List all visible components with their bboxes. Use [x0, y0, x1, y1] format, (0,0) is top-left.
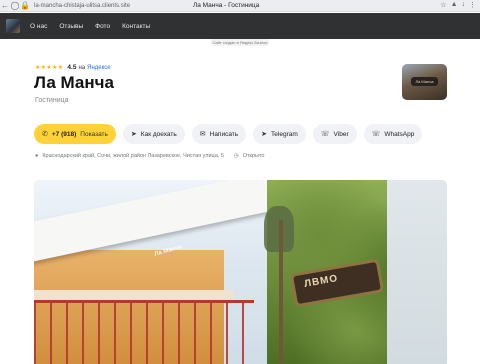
show-phone-label: Показать — [80, 130, 108, 138]
photo-railing — [34, 300, 254, 364]
route-icon: ➤ — [130, 131, 137, 138]
hero-photo[interactable]: Ла Манча ЛВМО — [34, 180, 447, 364]
whatsapp-icon: ☏ — [371, 131, 381, 138]
shield-icon[interactable]: ▲ — [451, 1, 458, 9]
site-logo[interactable] — [6, 19, 20, 33]
rating-on-label: на — [78, 64, 86, 71]
thumbnail-sign: Ла Манча — [411, 77, 438, 86]
info-row: ● Краснодарский край, Сочи, жилой район … — [35, 153, 264, 159]
business-category: Гостиница — [35, 97, 69, 104]
route-label: Как доехать — [140, 130, 177, 138]
rating-source-link[interactable]: Яндексе — [87, 65, 111, 71]
write-label: Написать — [209, 130, 239, 138]
viber-button[interactable]: ☏ Viber — [312, 124, 357, 144]
business-thumbnail[interactable]: Ла Манча — [402, 64, 447, 100]
viber-label: Viber — [333, 130, 349, 138]
url-bar[interactable]: la-mancha-chistaja-ulitsa.clients.site — [34, 3, 130, 9]
telegram-button[interactable]: ➤ Telegram — [253, 124, 306, 144]
bookmark-icon[interactable]: ☆ — [440, 1, 446, 9]
menu-icon[interactable]: ⋮ — [469, 1, 476, 9]
location-pin-icon: ● — [35, 153, 39, 159]
action-buttons: ✆ +7 (918) Показать ➤ Как доехать ✉ Напи… — [34, 124, 423, 144]
star-rating-icon: ★★★★★ — [35, 65, 64, 71]
telegram-label: Telegram — [271, 130, 298, 138]
call-button[interactable]: ✆ +7 (918) Показать — [34, 124, 116, 144]
viber-icon: ☏ — [320, 131, 330, 138]
address[interactable]: Краснодарский край, Сочи, жилой район Ла… — [42, 153, 224, 159]
photo-background — [387, 180, 447, 364]
route-button[interactable]: ➤ Как доехать — [122, 124, 185, 144]
yandex-browser-icon[interactable]: ◯ — [10, 1, 20, 11]
download-icon[interactable]: ↓ — [462, 1, 466, 9]
nav-item-reviews[interactable]: Отзывы — [59, 23, 83, 30]
open-status[interactable]: Открыто — [243, 153, 265, 159]
phone-icon: ✆ — [42, 131, 48, 138]
browser-actions: ☆ ▲ ↓ ⋮ — [440, 1, 476, 9]
site-header: О нас Отзывы Фото Контакты — [0, 13, 480, 39]
telegram-icon: ➤ — [261, 131, 268, 138]
created-with-badge[interactable]: Сайт создан в Яндекс Бизнес — [211, 39, 269, 46]
clock-icon: ◷ — [233, 153, 239, 159]
rating-value: 4.5 — [67, 64, 77, 71]
weathervane-post — [279, 220, 283, 364]
browser-toolbar: ← ◯ 🔒 la-mancha-chistaja-ulitsa.clients.… — [0, 0, 480, 12]
mail-icon: ✉ — [199, 131, 206, 138]
whatsapp-button[interactable]: ☏ WhatsApp — [363, 124, 423, 144]
rating: ★★★★★ 4.5 на Яндексе — [35, 64, 111, 71]
back-icon[interactable]: ← — [0, 1, 10, 11]
lock-icon: 🔒 — [20, 1, 30, 10]
write-button[interactable]: ✉ Написать — [191, 124, 247, 144]
business-name: Ла Манча — [34, 73, 114, 92]
photo-balcony — [34, 290, 234, 300]
main-nav: О нас Отзывы Фото Контакты — [30, 23, 150, 30]
whatsapp-label: WhatsApp — [384, 130, 415, 138]
nav-item-about[interactable]: О нас — [30, 23, 47, 30]
nav-item-contacts[interactable]: Контакты — [122, 23, 150, 30]
tab-title: Ла Манча - Гостиница — [193, 2, 260, 9]
phone-number: +7 (918) — [51, 130, 77, 138]
nav-item-photos[interactable]: Фото — [95, 23, 110, 30]
